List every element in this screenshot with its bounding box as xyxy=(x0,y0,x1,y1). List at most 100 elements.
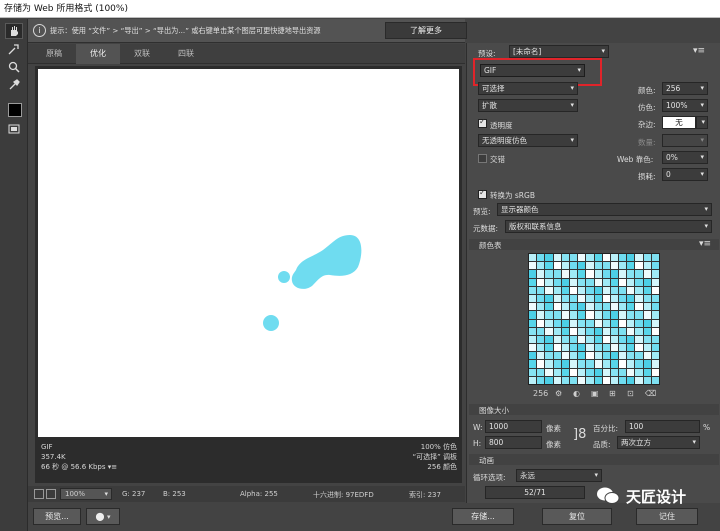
color-swatch[interactable] xyxy=(561,327,569,335)
color-swatch[interactable] xyxy=(643,303,651,311)
color-swatch[interactable] xyxy=(635,254,643,262)
color-swatch[interactable] xyxy=(561,303,569,311)
color-swatch[interactable] xyxy=(529,352,537,360)
color-swatch[interactable] xyxy=(594,262,602,270)
menu-icon[interactable]: ▾≡ xyxy=(108,463,117,471)
color-swatch[interactable] xyxy=(578,319,586,327)
color-swatch[interactable] xyxy=(545,327,553,335)
zoom-tool-icon[interactable] xyxy=(5,59,23,75)
color-swatch[interactable] xyxy=(529,278,537,286)
color-swatch[interactable] xyxy=(619,360,627,368)
color-swatch[interactable] xyxy=(529,335,537,344)
color-swatch[interactable] xyxy=(619,335,627,344)
eyedropper-tool-icon[interactable] xyxy=(5,77,23,93)
color-swatch[interactable] xyxy=(569,254,578,262)
color-swatch[interactable] xyxy=(619,294,627,303)
color-swatch[interactable] xyxy=(643,352,651,360)
color-swatch[interactable] xyxy=(537,319,545,327)
color-swatch[interactable] xyxy=(569,368,578,376)
color-swatch[interactable] xyxy=(651,262,659,270)
new-color-icon[interactable]: ⊡ xyxy=(627,389,634,398)
color-swatch[interactable] xyxy=(627,352,635,360)
color-swatch[interactable] xyxy=(537,368,545,376)
color-swatch[interactable] xyxy=(529,319,537,327)
color-swatch[interactable] xyxy=(545,344,553,352)
color-swatch[interactable] xyxy=(578,303,586,311)
tab-2-up[interactable]: 双联 xyxy=(120,44,164,64)
color-swatch[interactable] xyxy=(610,254,619,262)
width-input[interactable]: 1000 xyxy=(485,420,542,433)
color-swatch[interactable] xyxy=(586,303,594,311)
color-swatch[interactable] xyxy=(602,344,610,352)
color-swatch[interactable] xyxy=(627,254,635,262)
color-swatch[interactable] xyxy=(602,376,610,384)
color-swatch[interactable] xyxy=(586,335,594,344)
color-swatch[interactable] xyxy=(569,335,578,344)
color-swatch[interactable] xyxy=(627,311,635,319)
color-swatch[interactable] xyxy=(627,262,635,270)
color-swatch[interactable] xyxy=(537,294,545,303)
color-swatch[interactable] xyxy=(602,294,610,303)
color-swatch[interactable] xyxy=(537,254,545,262)
color-swatch[interactable] xyxy=(619,327,627,335)
color-swatch[interactable] xyxy=(635,262,643,270)
color-swatch[interactable] xyxy=(651,368,659,376)
color-swatch[interactable] xyxy=(553,286,561,294)
color-swatch[interactable] xyxy=(545,270,553,278)
learn-more-button[interactable]: 了解更多 xyxy=(385,22,467,39)
color-swatch[interactable] xyxy=(578,376,586,384)
color-table-menu-icon[interactable]: ▾≡ xyxy=(699,239,711,249)
color-swatch[interactable] xyxy=(610,360,619,368)
color-swatch[interactable] xyxy=(651,376,659,384)
color-swatch[interactable] xyxy=(545,286,553,294)
color-swatch[interactable] xyxy=(586,262,594,270)
color-swatch[interactable] xyxy=(561,352,569,360)
map-color-icon[interactable]: ⚙ xyxy=(555,389,562,398)
tab-original[interactable]: 原稿 xyxy=(32,44,76,64)
metadata-select[interactable]: 版权和联系信息 ▾ xyxy=(505,220,712,233)
transparency-dither-select[interactable]: 无透明度仿色 ▾ xyxy=(478,134,578,147)
color-swatch[interactable] xyxy=(561,294,569,303)
color-swatch[interactable] xyxy=(594,311,602,319)
color-swatch[interactable] xyxy=(537,360,545,368)
color-swatch[interactable] xyxy=(651,270,659,278)
interlace-checkbox[interactable] xyxy=(478,154,487,163)
color-swatch[interactable] xyxy=(651,278,659,286)
color-swatch[interactable] xyxy=(578,327,586,335)
color-swatch[interactable] xyxy=(545,319,553,327)
color-swatch[interactable] xyxy=(594,344,602,352)
color-swatch[interactable] xyxy=(529,262,537,270)
percent-input[interactable]: 100 xyxy=(625,420,700,433)
toggle-slice-visibility-icon[interactable] xyxy=(5,121,23,137)
color-swatch[interactable] xyxy=(561,286,569,294)
color-swatch[interactable] xyxy=(537,278,545,286)
color-swatch[interactable] xyxy=(610,368,619,376)
color-swatch[interactable] xyxy=(627,319,635,327)
color-swatch[interactable] xyxy=(643,344,651,352)
color-swatch[interactable] xyxy=(643,335,651,344)
color-swatch[interactable] xyxy=(619,286,627,294)
color-swatch[interactable] xyxy=(545,254,553,262)
image-preview[interactable] xyxy=(38,69,459,437)
color-swatch[interactable] xyxy=(643,262,651,270)
color-swatch[interactable] xyxy=(610,327,619,335)
color-swatch[interactable] xyxy=(529,327,537,335)
color-swatch[interactable] xyxy=(553,352,561,360)
color-swatch[interactable] xyxy=(602,254,610,262)
color-swatch[interactable] xyxy=(635,311,643,319)
color-swatch[interactable] xyxy=(545,311,553,319)
color-swatch[interactable] xyxy=(578,270,586,278)
color-swatch[interactable] xyxy=(545,335,553,344)
color-swatch[interactable] xyxy=(529,368,537,376)
color-swatch[interactable] xyxy=(578,360,586,368)
preview-button[interactable]: 预览... xyxy=(33,508,81,525)
zoom-out-icon[interactable] xyxy=(34,489,44,499)
color-swatch[interactable] xyxy=(594,352,602,360)
color-swatch[interactable] xyxy=(602,262,610,270)
convert-srgb-checkbox[interactable] xyxy=(478,188,487,199)
color-swatch[interactable] xyxy=(627,360,635,368)
color-swatch[interactable] xyxy=(578,335,586,344)
quality-select[interactable]: 两次立方 ▾ xyxy=(617,436,700,449)
color-swatch[interactable] xyxy=(529,344,537,352)
color-swatch[interactable] xyxy=(594,319,602,327)
